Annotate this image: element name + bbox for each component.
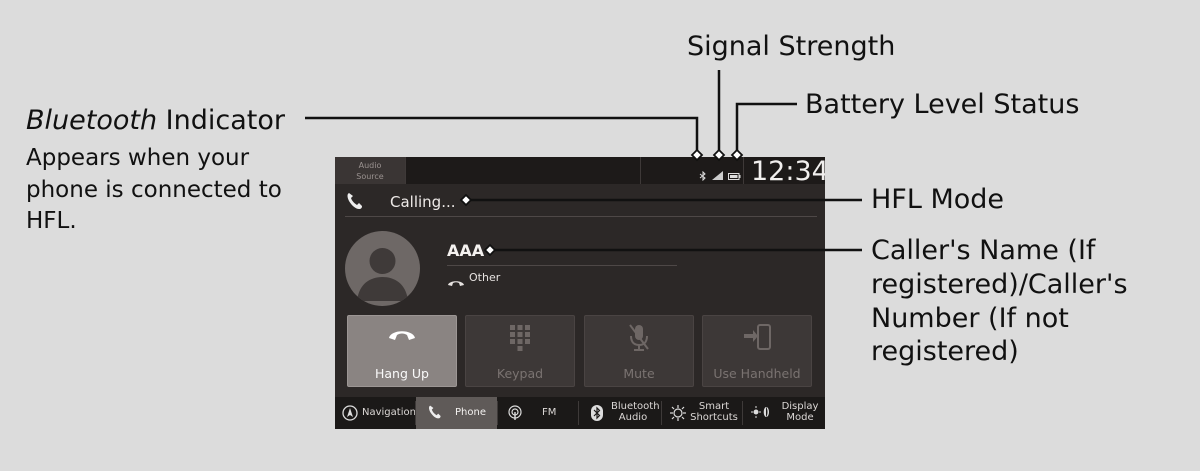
bluetooth-leader-line xyxy=(305,116,699,152)
bottom-tab-bar: Navigation Phone FM Bluetooth Audio Smar… xyxy=(335,397,825,429)
call-type-label: Other xyxy=(469,271,501,284)
clock: 12:34 xyxy=(751,157,825,187)
tab-label: Navigation xyxy=(362,407,416,418)
phone-type-icon xyxy=(447,272,465,291)
handheld-icon xyxy=(703,323,811,356)
tab-fm[interactable]: FM xyxy=(498,397,578,429)
infotainment-screen: Audio Source 12:34 Calling... AAA Other … xyxy=(335,157,825,429)
divider xyxy=(345,216,817,217)
tab-display-mode[interactable]: Display Mode xyxy=(743,397,825,429)
hfl-mode-callout: HFL Mode xyxy=(871,184,1005,215)
battery-level-callout: Battery Level Status xyxy=(805,89,1080,120)
audio-source-button[interactable]: Audio Source xyxy=(335,157,405,184)
hang-up-icon xyxy=(348,328,456,345)
bluetooth-status-icon xyxy=(699,166,707,185)
tab-label: Phone xyxy=(455,407,486,418)
keypad-icon xyxy=(466,324,574,355)
signal-strength-icon xyxy=(712,166,724,185)
bluetooth-indicator-callout: Bluetooth Indicator xyxy=(26,105,285,136)
smart-shortcuts-icon xyxy=(670,405,686,424)
use-handheld-label: Use Handheld xyxy=(713,366,801,381)
phone-icon xyxy=(427,404,443,423)
caller-name-callout: Caller's Name (If registered)/Caller's N… xyxy=(871,235,1128,368)
tab-label: Bluetooth Audio xyxy=(611,401,660,423)
status-bar: Audio Source 12:34 xyxy=(335,157,825,187)
fm-icon xyxy=(507,405,523,424)
call-status-row: Calling... xyxy=(335,187,825,217)
status-divider xyxy=(743,157,744,184)
keypad-label: Keypad xyxy=(496,366,544,381)
hang-up-button[interactable]: Hang Up xyxy=(347,315,457,387)
hang-up-label: Hang Up xyxy=(375,366,429,381)
keypad-button[interactable]: Keypad xyxy=(465,315,575,387)
signal-strength-callout: Signal Strength xyxy=(687,31,896,62)
tab-phone[interactable]: Phone xyxy=(416,397,497,429)
battery-leader-line xyxy=(735,102,797,152)
mute-button[interactable]: Mute xyxy=(584,315,694,387)
tab-label: Display Mode xyxy=(781,401,819,423)
tab-navigation[interactable]: Navigation xyxy=(335,397,416,429)
display-mode-icon xyxy=(751,406,771,421)
mute-label: Mute xyxy=(623,366,655,381)
tab-bluetooth-audio[interactable]: Bluetooth Audio xyxy=(579,397,661,429)
call-status-text: Calling... xyxy=(390,193,456,211)
divider xyxy=(447,265,677,266)
mute-icon xyxy=(585,323,693,356)
use-handheld-button[interactable]: Use Handheld xyxy=(702,315,812,387)
status-divider xyxy=(405,157,406,184)
navigation-icon xyxy=(342,405,358,424)
tab-label: Smart Shortcuts xyxy=(690,401,738,423)
caller-avatar xyxy=(345,231,420,306)
caller-name: AAA xyxy=(447,241,485,260)
tab-smart-shortcuts[interactable]: Smart Shortcuts xyxy=(662,397,742,429)
bluetooth-icon xyxy=(591,405,603,424)
tab-label: FM xyxy=(542,407,557,418)
bluetooth-indicator-description: Appears when your phone is connected to … xyxy=(26,145,282,235)
status-divider xyxy=(640,157,641,184)
phone-handset-icon xyxy=(345,191,365,215)
battery-icon xyxy=(728,166,741,185)
